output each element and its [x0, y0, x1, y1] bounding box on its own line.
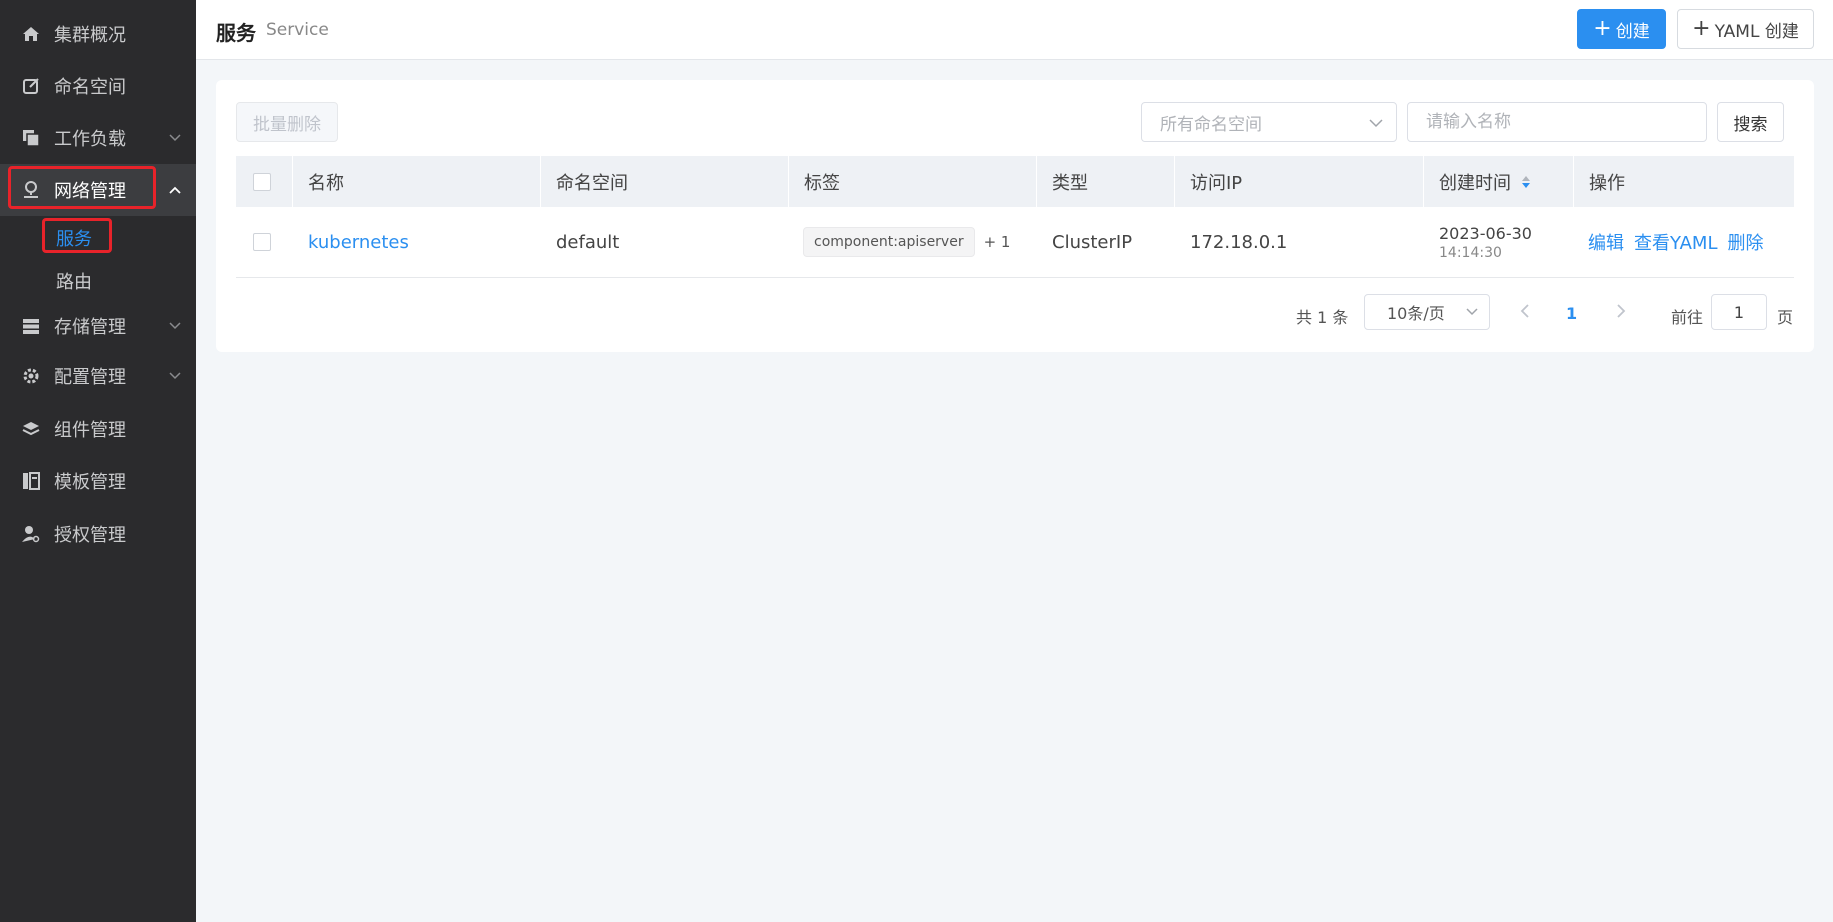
sidebar-item-namespace[interactable]: 命名空间: [0, 60, 196, 112]
pagination-total: 共 1 条: [1296, 308, 1349, 327]
batch-delete-button[interactable]: 批量删除: [236, 102, 338, 142]
ip-cell: 172.18.0.1: [1190, 231, 1288, 253]
copy-icon: [20, 127, 42, 149]
plus-icon: +: [1593, 16, 1612, 41]
created-date: 2023-06-30: [1439, 223, 1532, 243]
prev-page-icon[interactable]: [1516, 302, 1534, 320]
chevron-down-icon: [1369, 119, 1383, 128]
create-button-label: 创建: [1615, 21, 1650, 42]
home-icon: [20, 23, 42, 45]
sidebar-item-label: 集群概况: [54, 25, 126, 46]
sidebar-item-label: 存储管理: [54, 317, 126, 338]
row-checkbox[interactable]: [253, 233, 271, 251]
sort-icon[interactable]: [1519, 174, 1533, 190]
sidebar-item-workload[interactable]: 工作负载: [0, 112, 196, 164]
storage-icon: [20, 315, 42, 337]
column-header-ip: 访问IP: [1174, 156, 1423, 207]
created-time: 14:14:30: [1439, 244, 1502, 261]
chevron-up-icon: [169, 186, 181, 194]
type-cell: ClusterIP: [1052, 231, 1133, 253]
sidebar-item-label: 工作负载: [54, 129, 126, 150]
actions-cell: 编辑 查看YAML 删除: [1588, 207, 1763, 277]
highlight-box-service: [42, 218, 112, 253]
namespace-select[interactable]: 所有命名空间: [1141, 102, 1397, 142]
page-size-value: 10条/页: [1387, 304, 1445, 323]
sidebar-item-cluster-overview[interactable]: 集群概况: [0, 8, 196, 60]
sidebar-item-label: 授权管理: [54, 525, 126, 546]
sidebar-item-label: 配置管理: [54, 367, 126, 388]
sidebar-item-config[interactable]: 配置管理: [0, 350, 196, 402]
page-header: 服务 Service + 创建 + YAML 创建: [196, 0, 1833, 60]
namespace-cell: default: [556, 231, 620, 253]
chevron-down-icon: [169, 322, 181, 330]
view-yaml-link[interactable]: 查看YAML: [1634, 229, 1717, 255]
next-page-icon[interactable]: [1612, 302, 1630, 320]
select-all-checkbox[interactable]: [253, 173, 271, 191]
goto-page-input[interactable]: [1711, 294, 1767, 330]
sidebar-item-label: 组件管理: [54, 420, 126, 441]
page-number-current[interactable]: 1: [1566, 304, 1577, 323]
gear-icon: [20, 365, 42, 387]
sidebar-subitem-route[interactable]: 路由: [56, 268, 92, 294]
search-input[interactable]: [1407, 102, 1707, 142]
goto-suffix: 页: [1777, 308, 1794, 327]
sidebar-item-label: 命名空间: [54, 77, 126, 98]
column-header-actions: 操作: [1573, 156, 1794, 207]
service-name-link[interactable]: kubernetes: [308, 207, 409, 277]
delete-link[interactable]: 删除: [1727, 229, 1763, 255]
page-title: 服务: [216, 21, 256, 45]
sidebar-item-component[interactable]: 组件管理: [0, 403, 196, 455]
table-header: 名称 命名空间 标签 类型 访问IP 创建时间 操作: [236, 156, 1794, 207]
namespace-select-placeholder: 所有命名空间: [1160, 114, 1262, 135]
user-key-icon: [20, 523, 42, 545]
chevron-down-icon: [1466, 308, 1478, 316]
layers-icon: [20, 418, 42, 440]
service-list-card: 批量删除 所有命名空间 搜索 名称 命名空间 标签 类型 访问IP 创建时间 操…: [216, 80, 1814, 352]
page-subtitle: Service: [266, 20, 329, 40]
sidebar-item-template[interactable]: 模板管理: [0, 455, 196, 507]
page-size-select[interactable]: 10条/页: [1364, 294, 1490, 330]
label-tag: component:apiserver: [803, 227, 975, 257]
yaml-create-button[interactable]: + YAML 创建: [1677, 9, 1814, 49]
created-cell: 2023-06-30 14:14:30: [1439, 207, 1532, 277]
highlight-box-network: [8, 166, 156, 209]
yaml-create-button-label: YAML 创建: [1714, 21, 1799, 42]
column-header-namespace: 命名空间: [540, 156, 788, 207]
goto-prefix: 前往: [1671, 308, 1704, 327]
chevron-down-icon: [169, 134, 181, 142]
label-more-count[interactable]: + 1: [984, 233, 1011, 251]
column-header-labels: 标签: [788, 156, 1036, 207]
sidebar-item-label: 模板管理: [54, 472, 126, 493]
sidebar-item-auth[interactable]: 授权管理: [0, 508, 196, 560]
column-header-created-label: 创建时间: [1439, 172, 1511, 194]
template-icon: [20, 470, 42, 492]
edit-icon: [20, 75, 42, 97]
plus-icon: +: [1692, 16, 1711, 41]
labels-cell: component:apiserver + 1: [803, 207, 1010, 277]
column-header-name: 名称: [292, 156, 540, 207]
sidebar: 集群概况 命名空间 工作负载 网络管理 服务 路由 存储管理 配置管理 组件管理…: [0, 0, 196, 922]
edit-link[interactable]: 编辑: [1588, 229, 1624, 255]
sidebar-item-storage[interactable]: 存储管理: [0, 300, 196, 352]
search-button[interactable]: 搜索: [1717, 102, 1784, 142]
table-row: kubernetes default component:apiserver +…: [236, 207, 1794, 278]
chevron-down-icon: [169, 372, 181, 380]
create-button[interactable]: + 创建: [1577, 9, 1666, 49]
column-header-type: 类型: [1036, 156, 1174, 207]
column-header-created[interactable]: 创建时间: [1423, 156, 1573, 207]
